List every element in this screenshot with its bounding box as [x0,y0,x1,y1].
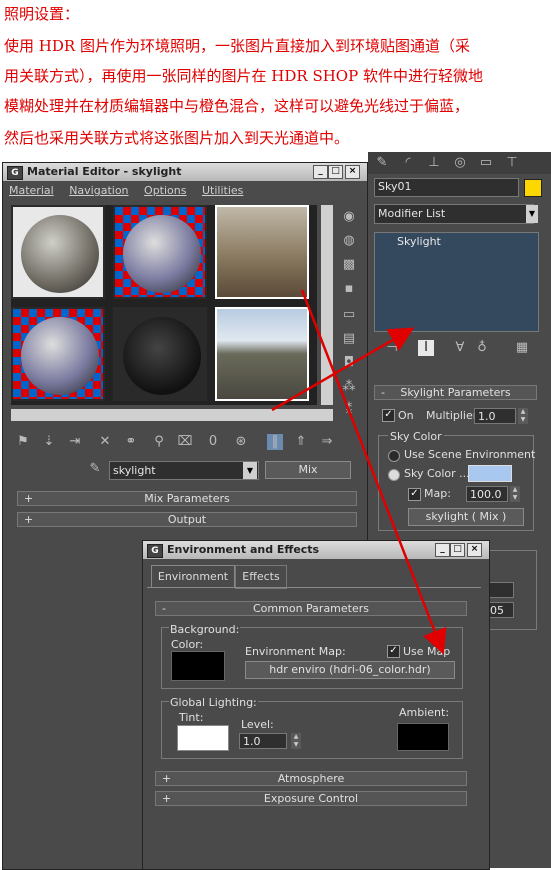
arrow-to-environment-map [300,289,447,655]
annotation-arrows [271,289,447,655]
arrow-to-skylight-map [271,327,415,412]
